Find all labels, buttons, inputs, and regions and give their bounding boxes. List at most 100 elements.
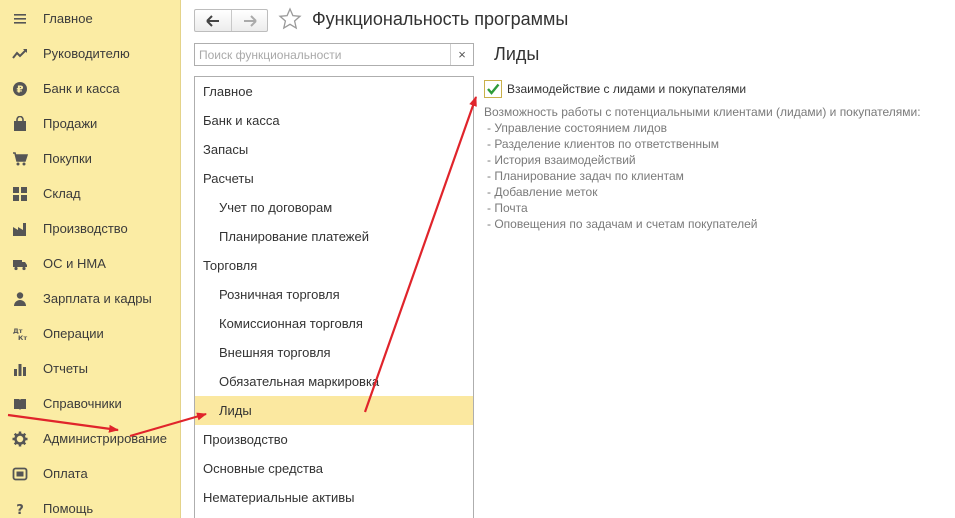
sidebar-item-directories[interactable]: Справочники	[0, 386, 181, 421]
sidebar-item-main[interactable]: Главное	[0, 1, 181, 36]
description-bullet: - Добавление меток	[487, 185, 598, 199]
leads-checkbox[interactable]	[484, 80, 502, 98]
navigation-buttons	[194, 9, 268, 32]
search-box: ×	[194, 43, 474, 66]
section-item-contracts[interactable]: Учет по договорам	[195, 193, 473, 222]
sidebar: Главное Руководителю ₽ Банк и касса Прод…	[0, 0, 181, 518]
sidebar-item-fixed-assets[interactable]: ОС и НМА	[0, 246, 181, 281]
sidebar-item-label: ОС и НМА	[43, 256, 106, 271]
sidebar-item-label: Операции	[43, 326, 104, 341]
section-item-fixed-assets[interactable]: Основные средства	[195, 454, 473, 483]
back-button[interactable]	[195, 10, 231, 31]
svg-text:₽: ₽	[17, 84, 24, 95]
section-label: Планирование платежей	[219, 229, 369, 244]
sidebar-item-label: Покупки	[43, 151, 92, 166]
sidebar-item-purchases[interactable]: Покупки	[0, 141, 181, 176]
section-item-commission[interactable]: Комиссионная торговля	[195, 309, 473, 338]
search-input[interactable]	[195, 44, 450, 65]
section-label: Лиды	[219, 403, 252, 418]
sidebar-item-label: Производство	[43, 221, 128, 236]
truck-icon	[11, 255, 29, 273]
sidebar-item-label: Банк и касса	[43, 81, 120, 96]
section-label: Нематериальные активы	[203, 490, 355, 505]
sidebar-item-label: Склад	[43, 186, 81, 201]
search-clear-button[interactable]: ×	[450, 44, 473, 65]
section-item-foreign-trade[interactable]: Внешняя торговля	[195, 338, 473, 367]
section-label: Комиссионная торговля	[219, 316, 363, 331]
description-bullet: - Управление состоянием лидов	[487, 121, 668, 135]
ruble-coin-icon: ₽	[11, 80, 29, 98]
description-bullet: - Почта	[487, 201, 528, 215]
section-label: Расчеты	[203, 171, 254, 186]
section-label: Главное	[203, 84, 253, 99]
option-description: Возможность работы с потенциальными клие…	[484, 104, 921, 232]
sidebar-item-label: Помощь	[43, 501, 94, 516]
gear-icon	[11, 430, 29, 448]
sidebar-item-administration[interactable]: Администрирование	[0, 421, 181, 456]
sidebar-item-sales[interactable]: Продажи	[0, 106, 181, 141]
section-label: Запасы	[203, 142, 249, 157]
section-item-trade[interactable]: Торговля	[195, 251, 473, 280]
section-item-settlements[interactable]: Расчеты	[195, 164, 473, 193]
shopping-bag-icon	[11, 115, 29, 133]
section-item-production[interactable]: Производство	[195, 425, 473, 454]
section-label: Учет по договорам	[219, 200, 333, 215]
sidebar-item-label: Администрирование	[43, 431, 167, 446]
sidebar-item-help[interactable]: ? Помощь	[0, 491, 181, 518]
description-bullet: - Разделение клиентов по ответственным	[487, 137, 719, 151]
section-label: Розничная торговля	[219, 287, 340, 302]
description-bullet: - История взаимодействий	[487, 153, 636, 167]
checkmark-icon	[487, 83, 500, 95]
sidebar-item-warehouse[interactable]: Склад	[0, 176, 181, 211]
section-label: Внешняя торговля	[219, 345, 331, 360]
trend-chart-icon	[11, 45, 29, 63]
payment-icon	[11, 465, 29, 483]
description-bullet: - Планирование задач по клиентам	[487, 169, 684, 183]
page-title: Функциональность программы	[312, 9, 569, 29]
sidebar-item-payment[interactable]: Оплата	[0, 456, 181, 491]
favorite-star-icon[interactable]	[278, 7, 302, 31]
person-icon	[11, 290, 29, 308]
section-label: Торговля	[203, 258, 258, 273]
section-item-payment-planning[interactable]: Планирование платежей	[195, 222, 473, 251]
section-item-leads[interactable]: Лиды	[195, 396, 473, 425]
arrow-left-icon	[206, 14, 219, 27]
question-icon: ?	[11, 500, 29, 518]
leads-checkbox-label[interactable]: Взаимодействие с лидами и покупателями	[507, 82, 746, 96]
svg-text:?: ?	[16, 503, 24, 517]
section-item-main[interactable]: Главное	[195, 77, 473, 106]
book-icon	[11, 395, 29, 413]
sidebar-item-reports[interactable]: Отчеты	[0, 351, 181, 386]
section-label: Производство	[203, 432, 288, 447]
sidebar-item-label: Продажи	[43, 116, 98, 131]
section-label: Основные средства	[203, 461, 323, 476]
description-intro: Возможность работы с потенциальными клие…	[484, 105, 921, 119]
section-item-labeling[interactable]: Обязательная маркировка	[195, 367, 473, 396]
sidebar-item-operations[interactable]: Дт Кт Операции	[0, 316, 181, 351]
sidebar-item-production[interactable]: Производство	[0, 211, 181, 246]
warehouse-grid-icon	[11, 185, 29, 203]
forward-button[interactable]	[231, 10, 267, 31]
section-header: Лиды	[494, 44, 540, 64]
sidebar-item-manager[interactable]: Руководителю	[0, 36, 181, 71]
factory-icon	[11, 220, 29, 238]
svg-text:Кт: Кт	[18, 334, 27, 342]
section-item-inventory[interactable]: Запасы	[195, 135, 473, 164]
app-window: Главное Руководителю ₽ Банк и касса Прод…	[0, 0, 955, 518]
sidebar-item-label: Оплата	[43, 466, 88, 481]
sidebar-item-label: Руководителю	[43, 46, 130, 61]
debit-credit-icon: Дт Кт	[11, 325, 29, 343]
sidebar-item-salary[interactable]: Зарплата и кадры	[0, 281, 181, 316]
section-item-retail[interactable]: Розничная торговля	[195, 280, 473, 309]
arrow-right-icon	[243, 14, 257, 27]
cart-icon	[11, 150, 29, 168]
sidebar-item-bank[interactable]: ₽ Банк и касса	[0, 71, 181, 106]
section-list: Главное Банк и касса Запасы Расчеты Учет…	[194, 76, 474, 518]
sidebar-item-label: Отчеты	[43, 361, 88, 376]
section-item-intangible[interactable]: Нематериальные активы	[195, 483, 473, 512]
section-item-bank[interactable]: Банк и касса	[195, 106, 473, 135]
sidebar-item-label: Главное	[43, 11, 93, 26]
sidebar-item-label: Справочники	[43, 396, 122, 411]
bar-chart-icon	[11, 360, 29, 378]
description-bullet: - Оповещения по задачам и счетам покупат…	[487, 217, 758, 231]
